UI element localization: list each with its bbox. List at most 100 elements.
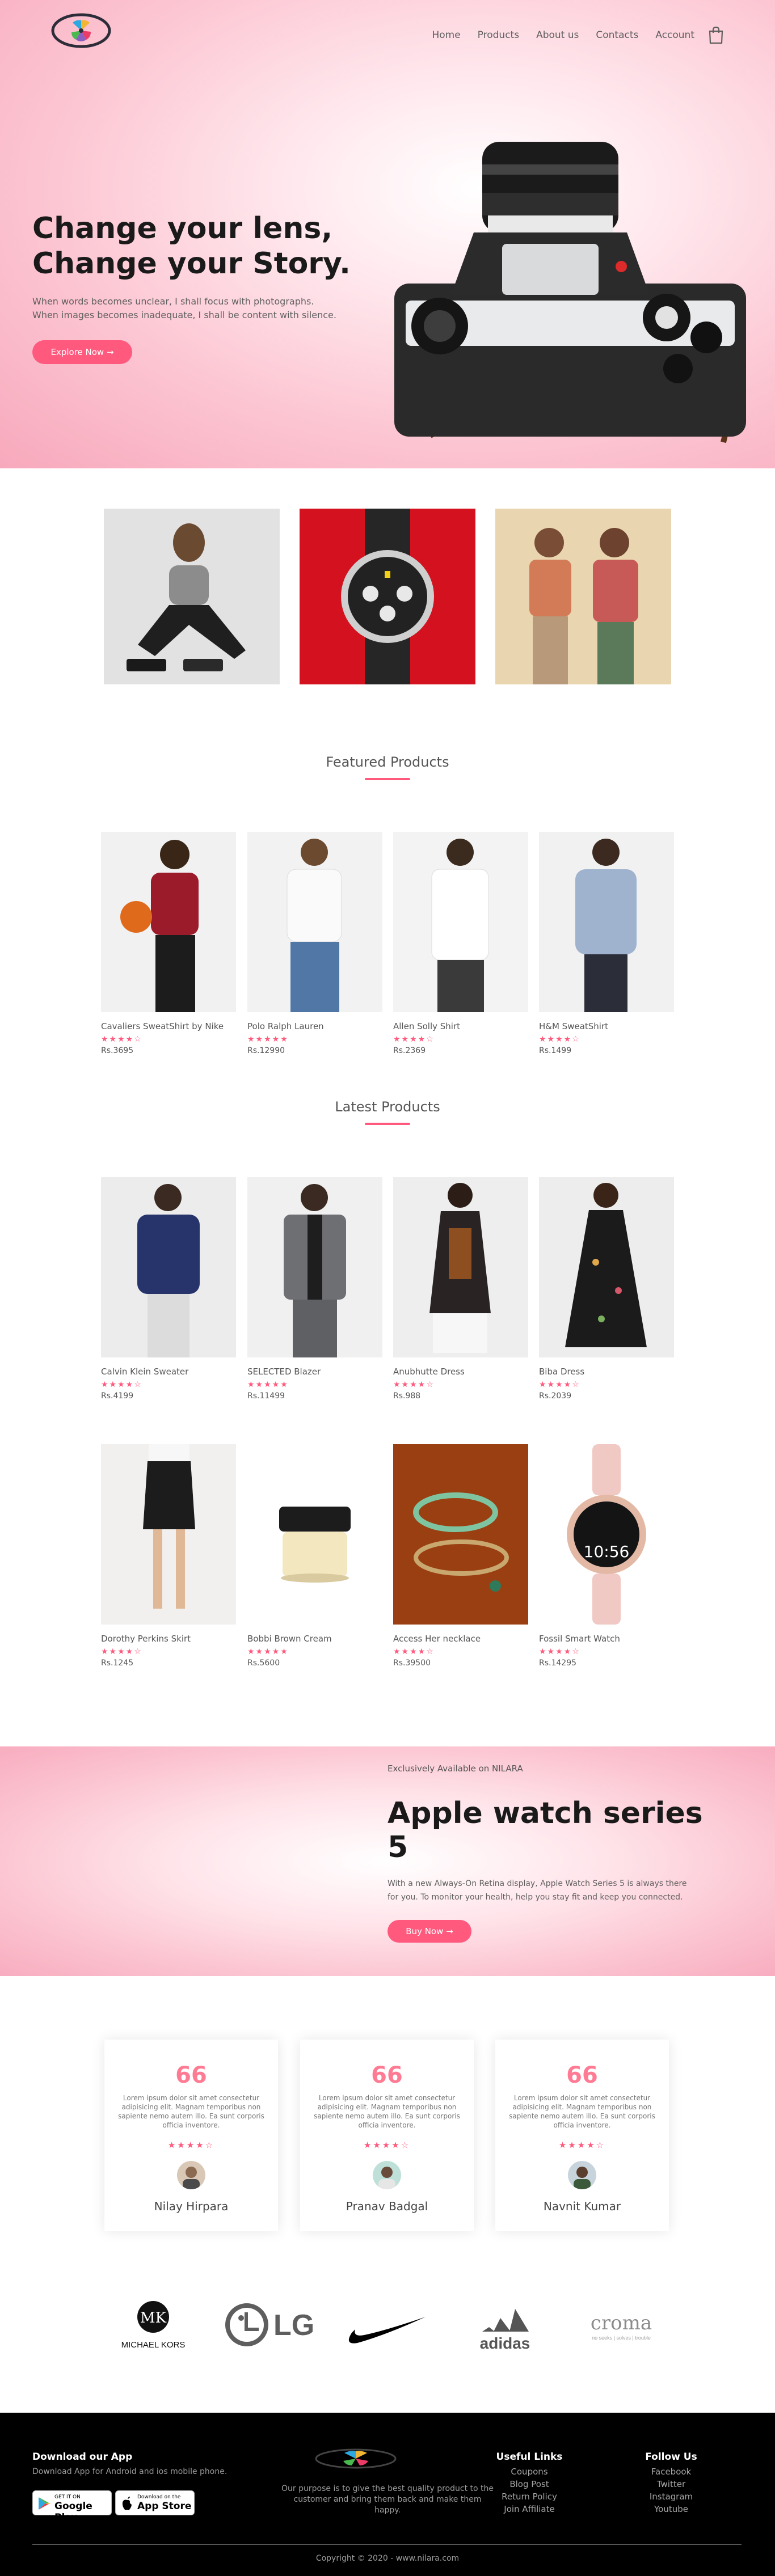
nav-contacts[interactable]: Contacts	[596, 29, 638, 41]
product-image	[247, 832, 382, 1012]
product-card[interactable]: Dorothy Perkins Skirt ★★★★☆ Rs.1245	[101, 1444, 236, 1668]
product-image	[393, 832, 528, 1012]
testimonial-name: Navnit Kumar	[543, 2199, 621, 2213]
latest-title-underline	[365, 1123, 410, 1125]
footer-link-youtube[interactable]: Youtube	[614, 2504, 728, 2514]
product-name: Allen Solly Shirt	[393, 1021, 461, 1031]
brand-croma-tag: no seeks | solves | trouble	[592, 2335, 651, 2341]
avatar	[373, 2161, 401, 2189]
footer-link-blog[interactable]: Blog Post	[473, 2479, 586, 2489]
offer-exclusive-text: Exclusively Available on NILARA	[387, 1763, 523, 1774]
offer-text-line-2: for you. To monitor your health, help yo…	[387, 1893, 683, 1902]
product-card[interactable]: Anubhutte Dress ★★★★☆ Rs.988	[393, 1177, 528, 1401]
product-price: Rs.2369	[393, 1046, 426, 1055]
category-image-watches[interactable]	[300, 509, 475, 684]
product-name: Fossil Smart Watch	[539, 1634, 620, 1644]
app-store-small-text: Download on the	[137, 2494, 181, 2500]
footer-link-affiliate[interactable]: Join Affiliate	[473, 2504, 586, 2514]
google-play-button[interactable]: GET IT ON Google Play	[32, 2490, 112, 2523]
google-play-small-text: GET IT ON	[54, 2494, 81, 2500]
product-name: Cavaliers SweatShirt by Nike	[101, 1021, 224, 1031]
nav-products[interactable]: Products	[478, 29, 519, 41]
hero-text-line-2: When images becomes inadequate, I shall …	[32, 310, 336, 320]
watch-face-time: 10:56	[583, 1542, 630, 1561]
brand-lg-text: LG	[273, 2309, 314, 2342]
product-price: Rs.988	[393, 1391, 421, 1401]
offer-title-line-2: 5	[387, 1830, 408, 1864]
footer-link-twitter[interactable]: Twitter	[614, 2479, 728, 2489]
testimonial-text: adipisicing elit. Magnam temporibus non	[121, 2103, 261, 2111]
product-card[interactable]: SELECTED Blazer ★★★★★ Rs.11499	[247, 1177, 382, 1401]
google-play-icon	[39, 2497, 50, 2510]
product-image	[539, 1444, 674, 1625]
footer-logo	[315, 2448, 397, 2469]
adidas-logo: adidas	[480, 2309, 530, 2352]
nav-about[interactable]: About us	[536, 29, 579, 41]
buy-now-button[interactable]: Buy Now →	[387, 1920, 471, 1943]
star-rating-icon: ★★★★☆	[393, 1380, 435, 1389]
nav-account[interactable]: Account	[655, 29, 694, 41]
star-rating-icon: ★★★★☆	[167, 2140, 215, 2150]
testimonial-card: 66 Lorem ipsum dolor sit amet consectetu…	[104, 2040, 278, 2231]
footer-link-facebook[interactable]: Facebook	[614, 2467, 728, 2477]
shopping-bag-icon[interactable]	[708, 26, 724, 44]
category-image-fitness[interactable]	[104, 509, 280, 684]
product-image	[539, 1177, 674, 1357]
product-price: Rs.11499	[247, 1391, 285, 1401]
apple-icon	[122, 2497, 132, 2510]
svg-text:MK: MK	[140, 2309, 167, 2327]
product-price: Rs.2039	[539, 1391, 572, 1401]
hero-title-line-1: Change your lens,	[32, 212, 333, 246]
footer-link-instagram[interactable]: Instagram	[614, 2492, 728, 2502]
product-image	[393, 1177, 528, 1357]
product-name: Bobbi Brown Cream	[247, 1634, 332, 1644]
explore-now-button[interactable]: Explore Now →	[32, 340, 132, 364]
footer-useful-title: Useful Links	[496, 2451, 563, 2463]
star-rating-icon: ★★★★★	[247, 1380, 289, 1389]
star-rating-icon: ★★★★☆	[539, 1647, 580, 1656]
product-card[interactable]: Polo Ralph Lauren ★★★★★ Rs.12990	[247, 832, 382, 1055]
product-name: Calvin Klein Sweater	[101, 1367, 189, 1377]
hero-title-line-2: Change your Story.	[32, 247, 351, 281]
testimonial-name: Nilay Hirpara	[154, 2199, 229, 2213]
quote-icon: 66	[566, 2062, 598, 2088]
product-price: Rs.5600	[247, 1659, 280, 1668]
main-nav: Home Products About us Contacts Account	[415, 26, 724, 44]
testimonial-text: sapiente nemo autem illo. Ea sunt corpor…	[314, 2112, 460, 2120]
product-card[interactable]: Calvin Klein Sweater ★★★★☆ Rs.4199	[101, 1177, 236, 1401]
testimonial-text: officia inventore.	[553, 2121, 611, 2129]
brand-adidas-text: adidas	[480, 2334, 530, 2352]
site-logo[interactable]	[51, 11, 111, 50]
testimonial-text: officia inventore.	[162, 2121, 220, 2129]
star-rating-icon: ★★★★☆	[393, 1035, 435, 1044]
product-name: Biba Dress	[539, 1367, 585, 1377]
testimonial-card: 66 Lorem ipsum dolor sit amet consectetu…	[495, 2040, 669, 2231]
brand-croma-text: croma	[591, 2312, 652, 2334]
footer-link-coupons[interactable]: Coupons	[473, 2467, 586, 2477]
product-name: H&M SweatShirt	[539, 1021, 609, 1031]
category-image-fashion[interactable]	[495, 509, 671, 684]
app-store-big-text: App Store	[137, 2501, 192, 2512]
brand-mk-text: MICHAEL KORS	[121, 2340, 186, 2350]
product-card[interactable]: H&M SweatShirt ★★★★☆ Rs.1499	[539, 832, 674, 1055]
product-card[interactable]: Access Her necklace ★★★★☆ Rs.39500	[393, 1444, 528, 1668]
star-rating-icon: ★★★★☆	[101, 1380, 142, 1389]
product-card[interactable]: Allen Solly Shirt ★★★★☆ Rs.2369	[393, 832, 528, 1055]
footer-follow-title: Follow Us	[645, 2451, 697, 2463]
star-rating-icon: ★★★★☆	[393, 1647, 435, 1656]
product-card[interactable]: Biba Dress ★★★★☆ Rs.2039	[539, 1177, 674, 1401]
footer-link-return-policy[interactable]: Return Policy	[473, 2492, 586, 2502]
croma-logo: croma no seeks | solves | trouble	[591, 2312, 652, 2341]
nav-home[interactable]: Home	[432, 29, 460, 41]
nike-swoosh-logo	[348, 2317, 426, 2344]
hero-camera-image	[394, 142, 746, 443]
product-name: Polo Ralph Lauren	[247, 1021, 324, 1031]
product-card[interactable]: Cavaliers SweatShirt by Nike ★★★★☆ Rs.36…	[101, 832, 236, 1055]
product-card[interactable]: Bobbi Brown Cream ★★★★★ Rs.5600	[247, 1444, 382, 1668]
star-rating-icon: ★★★★☆	[101, 1647, 142, 1656]
app-store-button[interactable]: Download on the App Store	[115, 2490, 195, 2515]
testimonial-text: adipisicing elit. Magnam temporibus non	[512, 2103, 652, 2111]
product-price: Rs.12990	[247, 1046, 285, 1055]
product-price: Rs.4199	[101, 1391, 134, 1401]
testimonial-text: officia inventore.	[358, 2121, 416, 2129]
